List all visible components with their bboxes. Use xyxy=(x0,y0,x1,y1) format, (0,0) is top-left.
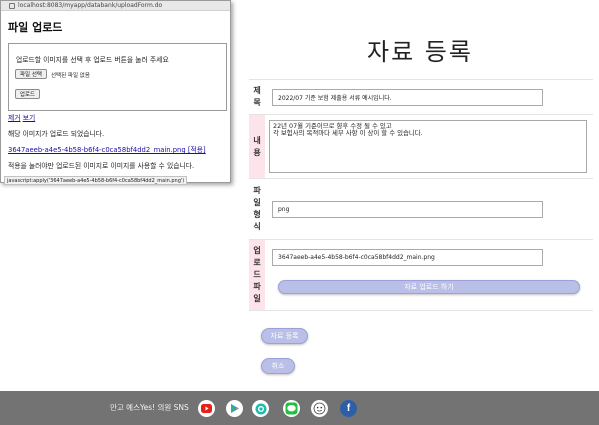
apply-note: 적용을 눌러야만 업로드된 이미지로 이미지를 사용할 수 있습니다. xyxy=(8,162,195,170)
remove-link[interactable]: 제거 xyxy=(8,114,21,122)
filetype-row: 파일형식 png xyxy=(249,179,593,240)
footer-sns-text: 만고 예스Yes! 의원 SNS xyxy=(110,403,189,412)
uploaded-file-link[interactable]: 3647aeeb-a4e5-4b58-b6f4-c0ca58bf4dd2_mai… xyxy=(8,144,206,154)
popup-url-bar[interactable]: localhost:8083/myapp/databank/uploadForm… xyxy=(1,1,230,11)
facebook-icon[interactable]: f xyxy=(340,400,357,417)
teal-circle-icon[interactable] xyxy=(252,400,269,417)
title-row: 제목 2022/07 기준 보험 제출용 서류 예시입니다. xyxy=(249,80,593,115)
register-form: 제목 2022/07 기준 보험 제출용 서류 예시입니다. 내용 22년 07… xyxy=(249,79,593,311)
file-upload-popup: localhost:8083/myapp/databank/uploadForm… xyxy=(0,0,231,185)
upload-data-button[interactable]: 자료 업로드 하기 xyxy=(278,280,580,294)
upload-instruction: 업로드할 이미지를 선택 후 업로드 버튼을 눌러 주세요 xyxy=(16,56,169,64)
status-bar-tooltip: javascript:apply('3647aeeb-a4e5-4b58-b6f… xyxy=(4,176,188,185)
character-icon[interactable] xyxy=(311,400,328,417)
page-icon xyxy=(9,2,15,9)
register-button[interactable]: 자료 등록 xyxy=(261,328,308,344)
page-title: 자료 등록 xyxy=(367,38,473,66)
content-row: 내용 22년 07월 기준이므로 향후 수정 될 수 있고 각 보험사의 목적마… xyxy=(249,115,593,179)
title-label: 제목 xyxy=(249,80,265,114)
popup-url-text: localhost:8083/myapp/databank/uploadForm… xyxy=(18,2,163,9)
filetype-input[interactable]: png xyxy=(272,201,543,218)
upload-fieldset: 업로드할 이미지를 선택 후 업로드 버튼을 눌러 주세요 파일 선택 선택된 … xyxy=(8,43,227,111)
upload-button[interactable]: 업로드 xyxy=(15,89,40,99)
filetype-label: 파일형식 xyxy=(249,179,265,239)
uploaded-message: 해당 이미지가 업로드 되었습니다. xyxy=(8,130,105,138)
youtube-icon[interactable] xyxy=(198,400,215,417)
upload-file-label: 업로드파일 xyxy=(249,240,265,310)
content-label: 내용 xyxy=(249,115,265,178)
footer: 만고 예스Yes! 의원 SNS f xyxy=(0,391,599,425)
upload-file-input[interactable]: 3647aeeb-a4e5-4b58-b6f4-c0ca58bf4dd2_mai… xyxy=(272,249,543,266)
image-links: 제거 보기 xyxy=(8,112,35,122)
title-input[interactable]: 2022/07 기준 보험 제출용 서류 예시입니다. xyxy=(272,89,543,106)
cancel-button[interactable]: 취소 xyxy=(261,358,295,374)
line-icon[interactable] xyxy=(283,400,300,417)
play-store-icon[interactable] xyxy=(226,400,243,417)
view-link[interactable]: 보기 xyxy=(23,114,36,122)
no-file-text: 선택된 파일 없음 xyxy=(51,73,90,79)
content-textarea[interactable]: 22년 07월 기준이므로 향후 수정 될 수 있고 각 보험사의 목적마다 세… xyxy=(269,120,587,173)
upload-file-row: 업로드파일 3647aeeb-a4e5-4b58-b6f4-c0ca58bf4d… xyxy=(249,240,593,311)
popup-title: 파일 업로드 xyxy=(8,21,63,34)
choose-file-button[interactable]: 파일 선택 xyxy=(15,69,47,79)
